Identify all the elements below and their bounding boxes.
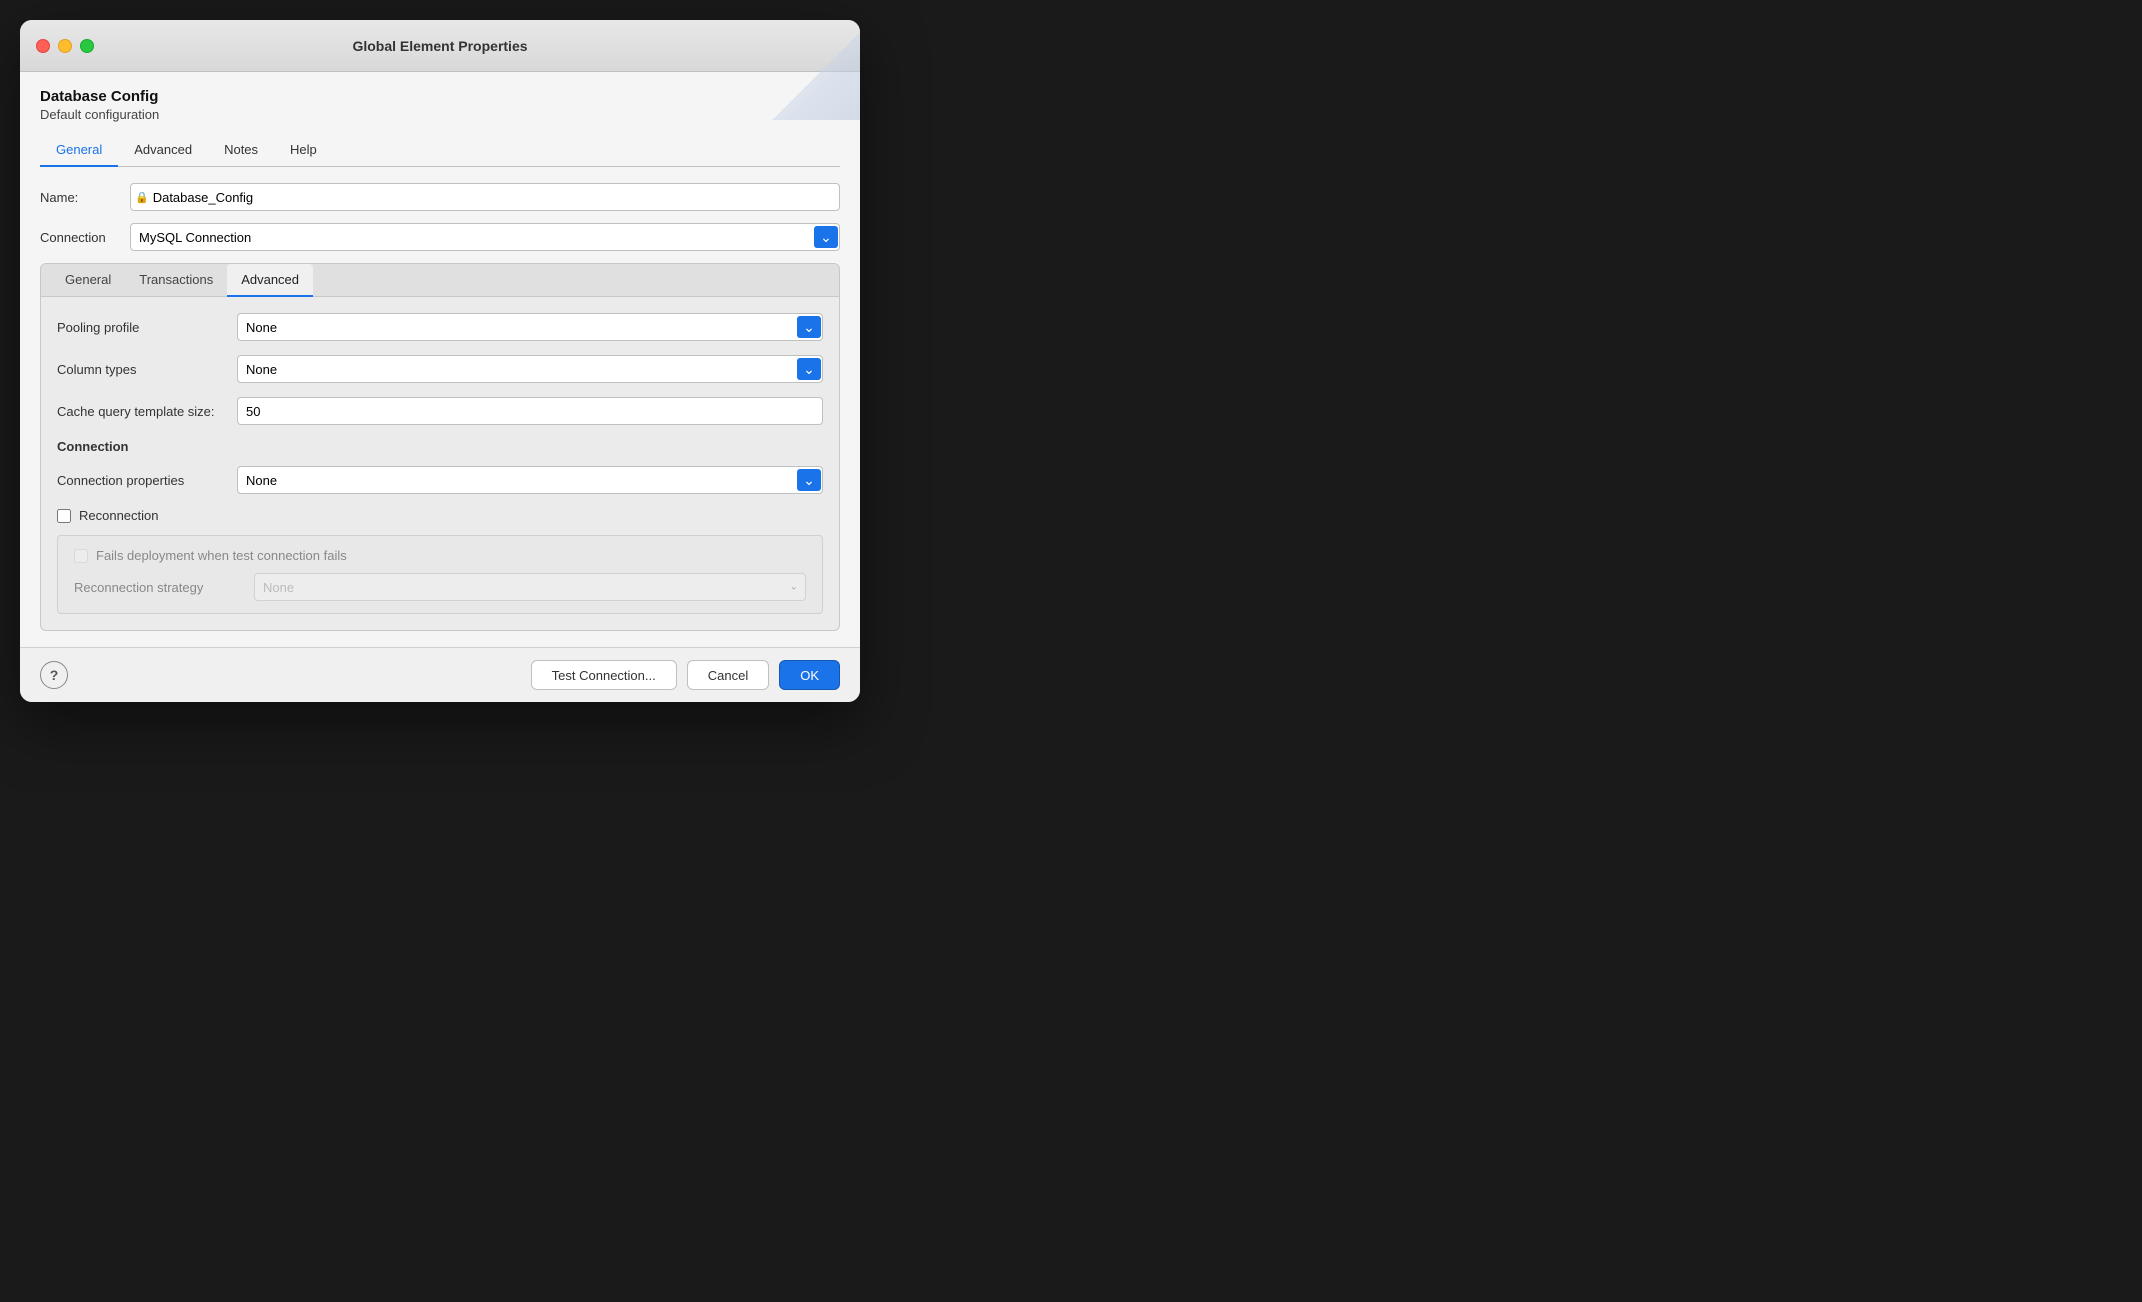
pooling-profile-row: Pooling profile NoneDefault bbox=[57, 313, 823, 341]
config-title: Database Config bbox=[40, 88, 840, 105]
name-label: Name: bbox=[40, 190, 130, 205]
test-connection-button[interactable]: Test Connection... bbox=[531, 660, 677, 690]
inner-panel: General Transactions Advanced Pooling pr… bbox=[40, 263, 840, 631]
tab-advanced[interactable]: Advanced bbox=[118, 134, 208, 167]
pooling-profile-select[interactable]: NoneDefault bbox=[237, 313, 823, 341]
connection-properties-select-wrapper: NoneCustom bbox=[237, 466, 823, 494]
pooling-profile-select-wrapper: NoneDefault bbox=[237, 313, 823, 341]
fails-deployment-label: Fails deployment when test connection fa… bbox=[96, 548, 347, 563]
fails-deployment-row: Fails deployment when test connection fa… bbox=[74, 548, 806, 563]
tab-notes[interactable]: Notes bbox=[208, 134, 274, 167]
connection-row: Connection MySQL ConnectionGeneric Conne… bbox=[40, 223, 840, 251]
name-row: Name: 🔒 bbox=[40, 183, 840, 211]
reconnection-label: Reconnection bbox=[79, 508, 159, 523]
dialog-header: Database Config Default configuration bbox=[40, 88, 840, 122]
cache-query-row: Cache query template size: bbox=[57, 397, 823, 425]
connection-properties-label: Connection properties bbox=[57, 473, 237, 488]
column-types-select-wrapper: NoneCustom bbox=[237, 355, 823, 383]
dialog-content: Database Config Default configuration Ge… bbox=[20, 72, 860, 647]
connection-section-label: Connection bbox=[57, 439, 823, 454]
pooling-profile-label: Pooling profile bbox=[57, 320, 237, 335]
window-title: Global Element Properties bbox=[352, 38, 527, 54]
nested-reconnection-section: Fails deployment when test connection fa… bbox=[57, 535, 823, 614]
column-types-row: Column types NoneCustom bbox=[57, 355, 823, 383]
column-types-select[interactable]: NoneCustom bbox=[237, 355, 823, 383]
reconnection-strategy-select-wrapper: NoneStandardForever ⌄ bbox=[254, 573, 806, 601]
cancel-button[interactable]: Cancel bbox=[687, 660, 769, 690]
connection-properties-select[interactable]: NoneCustom bbox=[237, 466, 823, 494]
close-button[interactable] bbox=[36, 39, 50, 53]
tab-help[interactable]: Help bbox=[274, 134, 333, 167]
connection-select[interactable]: MySQL ConnectionGeneric ConnectionOracle… bbox=[130, 223, 840, 251]
ok-button[interactable]: OK bbox=[779, 660, 840, 690]
reconnection-strategy-label: Reconnection strategy bbox=[74, 580, 254, 595]
title-bar: Global Element Properties bbox=[20, 20, 860, 72]
top-tabs: General Advanced Notes Help bbox=[40, 134, 840, 167]
inner-tab-transactions[interactable]: Transactions bbox=[125, 264, 227, 297]
name-input[interactable] bbox=[153, 184, 835, 210]
cache-query-label: Cache query template size: bbox=[57, 404, 237, 419]
inner-advanced-content: Pooling profile NoneDefault Column types… bbox=[41, 297, 839, 630]
reconnection-checkbox[interactable] bbox=[57, 509, 71, 523]
connection-label: Connection bbox=[40, 230, 130, 245]
help-button[interactable]: ? bbox=[40, 661, 68, 689]
fails-deployment-checkbox[interactable] bbox=[74, 549, 88, 563]
maximize-button[interactable] bbox=[80, 39, 94, 53]
lock-icon: 🔒 bbox=[135, 191, 149, 204]
cache-query-input[interactable] bbox=[237, 397, 823, 425]
traffic-lights bbox=[36, 39, 94, 53]
column-types-label: Column types bbox=[57, 362, 237, 377]
reconnection-row: Reconnection bbox=[57, 508, 823, 523]
inner-tabs: General Transactions Advanced bbox=[41, 264, 839, 297]
reconnection-strategy-row: Reconnection strategy NoneStandardForeve… bbox=[74, 573, 806, 601]
tab-general[interactable]: General bbox=[40, 134, 118, 167]
dialog-window: Global Element Properties Database Confi… bbox=[20, 20, 860, 702]
connection-properties-row: Connection properties NoneCustom bbox=[57, 466, 823, 494]
title-decoration bbox=[740, 20, 860, 120]
config-subtitle: Default configuration bbox=[40, 107, 840, 122]
connection-select-wrapper: MySQL ConnectionGeneric ConnectionOracle… bbox=[130, 223, 840, 251]
inner-tab-general[interactable]: General bbox=[51, 264, 125, 297]
inner-tab-advanced[interactable]: Advanced bbox=[227, 264, 313, 297]
bottom-buttons: Test Connection... Cancel OK bbox=[531, 660, 840, 690]
name-input-wrapper: 🔒 bbox=[130, 183, 840, 211]
minimize-button[interactable] bbox=[58, 39, 72, 53]
bottom-bar: ? Test Connection... Cancel OK bbox=[20, 647, 860, 702]
reconnection-strategy-select[interactable]: NoneStandardForever bbox=[254, 573, 806, 601]
